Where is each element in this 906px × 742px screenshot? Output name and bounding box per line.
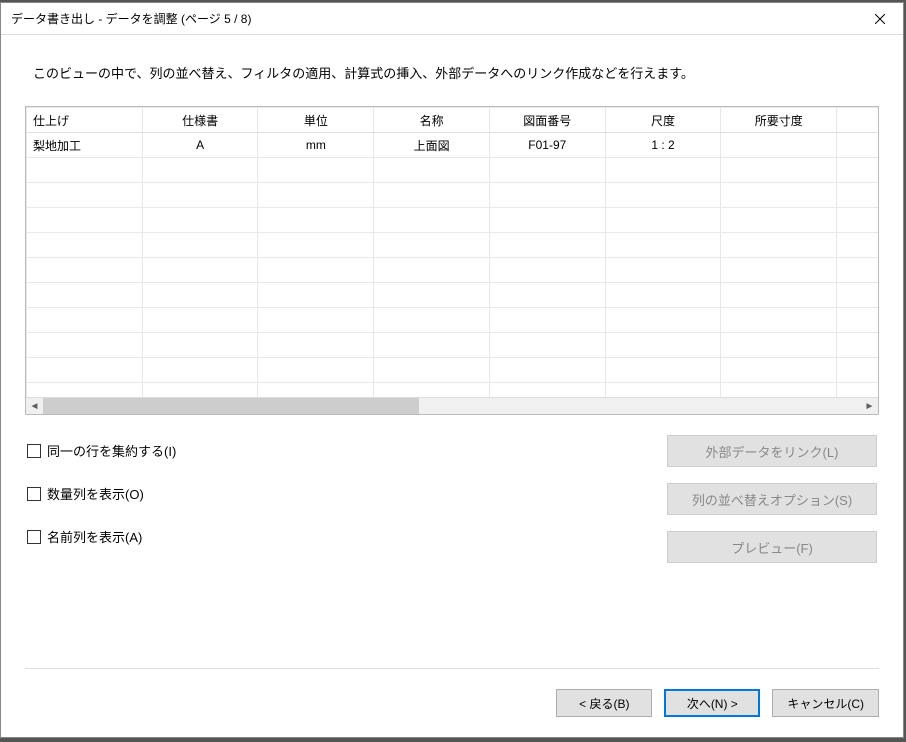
next-button[interactable]: 次へ(N) > — [664, 689, 760, 717]
col-header[interactable]: 単位 — [258, 108, 374, 133]
cell[interactable]: F01-97 — [489, 133, 605, 158]
table-row[interactable] — [27, 183, 879, 208]
footer-buttons: < 戻る(B) 次へ(N) > キャンセル(C) — [25, 668, 879, 737]
table-row[interactable] — [27, 208, 879, 233]
side-button-group: 外部データをリンク(L) 列の並べ替えオプション(S) プレビュー(F) — [667, 435, 877, 563]
col-header[interactable]: 仕上げ — [27, 108, 143, 133]
close-icon — [875, 14, 885, 24]
checkbox-box — [27, 530, 41, 544]
window-title: データ書き出し - データを調整 (ページ 5 / 8) — [11, 10, 857, 27]
col-header[interactable]: 図面番号 — [489, 108, 605, 133]
scroll-track[interactable] — [43, 398, 861, 415]
cell[interactable] — [721, 133, 837, 158]
table-row[interactable] — [27, 233, 879, 258]
col-header[interactable]: 所要寸度 — [721, 108, 837, 133]
scroll-right-icon[interactable]: ► — [861, 398, 878, 415]
checkbox-label: 同一の行を集約する(I) — [47, 441, 176, 460]
cancel-button[interactable]: キャンセル(C) — [772, 689, 879, 717]
mid-controls: 同一の行を集約する(I) 数量列を表示(O) 名前列を表示(A) 外部データをリ… — [25, 415, 879, 563]
col-header[interactable]: 仕様書 — [142, 108, 258, 133]
table-row[interactable] — [27, 258, 879, 283]
header-row: 仕上げ 仕様書 単位 名称 図面番号 尺度 所要寸度 承認1 承 — [27, 108, 879, 133]
content-area: このビューの中で、列の並べ替え、フィルタの適用、計算式の挿入、外部データへのリン… — [1, 35, 903, 644]
checkbox-label: 数量列を表示(O) — [47, 484, 144, 503]
col-header[interactable]: 名称 — [374, 108, 490, 133]
checkbox-box — [27, 444, 41, 458]
table-row[interactable] — [27, 358, 879, 383]
checkbox-box — [27, 487, 41, 501]
titlebar: データ書き出し - データを調整 (ページ 5 / 8) — [1, 3, 903, 35]
instruction-text: このビューの中で、列の並べ替え、フィルタの適用、計算式の挿入、外部データへのリン… — [25, 35, 879, 106]
preview-button[interactable]: プレビュー(F) — [667, 531, 877, 563]
table-row[interactable]: 梨地加工 A mm 上面図 F01-97 1 : 2 山田 — [27, 133, 879, 158]
dialog-window: データ書き出し - データを調整 (ページ 5 / 8) このビューの中で、列の… — [0, 2, 904, 738]
table-row[interactable] — [27, 283, 879, 308]
data-grid[interactable]: 仕上げ 仕様書 単位 名称 図面番号 尺度 所要寸度 承認1 承 — [26, 107, 878, 397]
cell[interactable]: A — [142, 133, 258, 158]
col-header[interactable]: 承認1 — [837, 108, 878, 133]
cell[interactable]: 梨地加工 — [27, 133, 143, 158]
show-name-column-checkbox[interactable]: 名前列を表示(A) — [27, 527, 176, 546]
column-sort-options-button[interactable]: 列の並べ替えオプション(S) — [667, 483, 877, 515]
close-button[interactable] — [857, 3, 903, 35]
checkbox-group: 同一の行を集約する(I) 数量列を表示(O) 名前列を表示(A) — [27, 435, 176, 563]
link-external-data-button[interactable]: 外部データをリンク(L) — [667, 435, 877, 467]
cell[interactable]: 上面図 — [374, 133, 490, 158]
show-qty-column-checkbox[interactable]: 数量列を表示(O) — [27, 484, 176, 503]
col-header[interactable]: 尺度 — [605, 108, 721, 133]
table-row[interactable] — [27, 308, 879, 333]
table-row[interactable] — [27, 158, 879, 183]
scroll-thumb[interactable] — [43, 398, 419, 415]
scroll-left-icon[interactable]: ◄ — [26, 398, 43, 415]
table-row[interactable] — [27, 383, 879, 398]
table-row[interactable] — [27, 333, 879, 358]
checkbox-label: 名前列を表示(A) — [47, 527, 142, 546]
cell[interactable]: 山田 — [837, 133, 878, 158]
data-grid-container: 仕上げ 仕様書 単位 名称 図面番号 尺度 所要寸度 承認1 承 — [25, 106, 879, 415]
back-button[interactable]: < 戻る(B) — [556, 689, 652, 717]
horizontal-scrollbar[interactable]: ◄ ► — [26, 397, 878, 414]
cell[interactable]: mm — [258, 133, 374, 158]
aggregate-rows-checkbox[interactable]: 同一の行を集約する(I) — [27, 441, 176, 460]
cell[interactable]: 1 : 2 — [605, 133, 721, 158]
